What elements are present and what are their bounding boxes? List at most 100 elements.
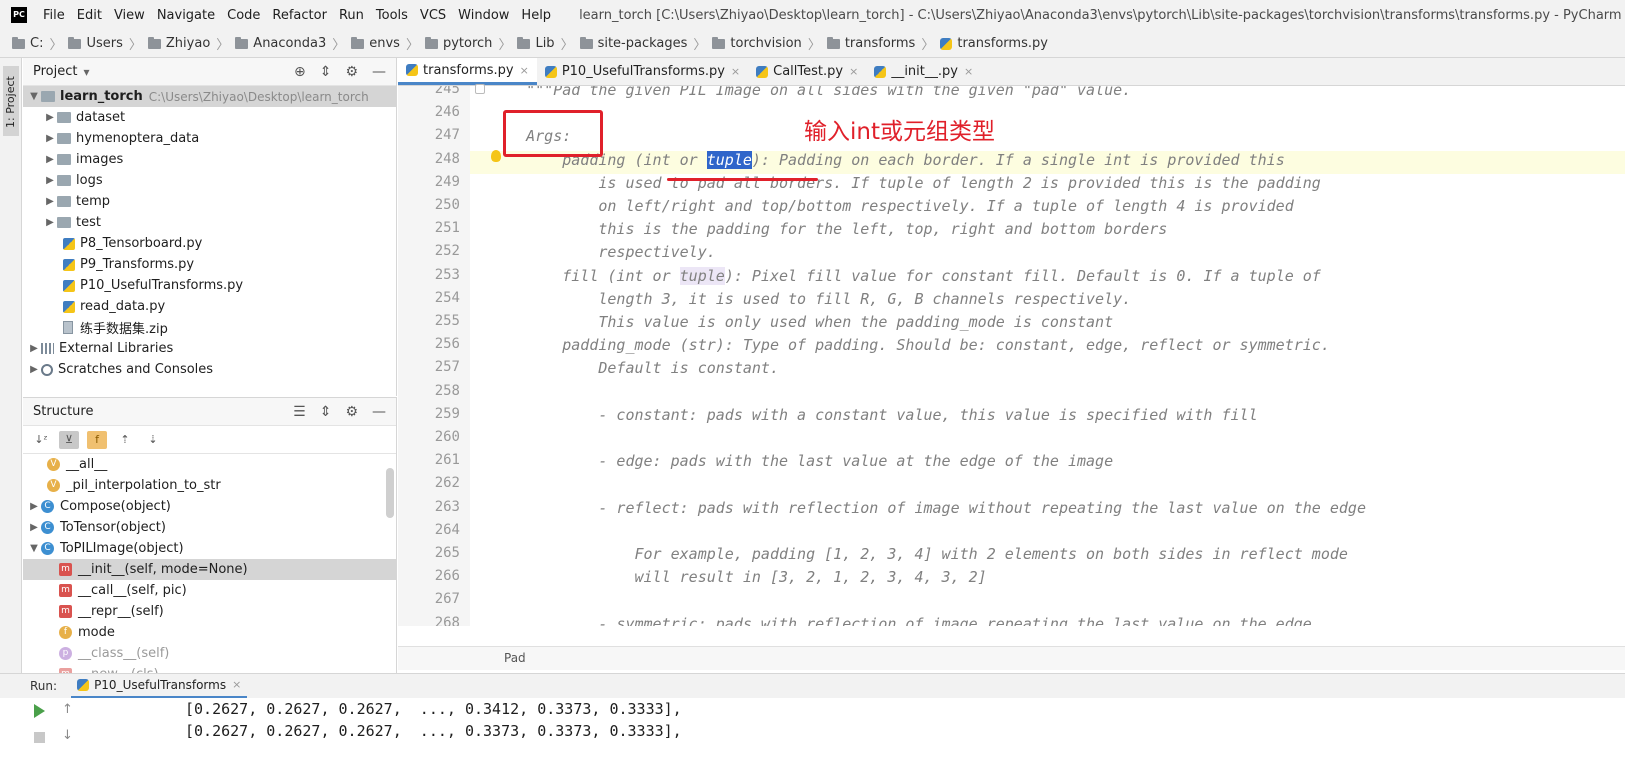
stop-icon[interactable] [34, 732, 45, 743]
breadcrumb-item[interactable]: Lib [517, 36, 555, 51]
tree-file-row[interactable]: P8_Tensorboard.py [23, 233, 396, 254]
structure-item[interactable]: m__new__(cls) [23, 664, 396, 673]
collapse-all-icon[interactable]: ⇕ [320, 404, 332, 420]
tree-file-row[interactable]: 练手数据集.zip [23, 317, 396, 338]
code-line[interactable]: """Pad the given PIL Image on all sides … [470, 86, 1625, 104]
tree-folder-row[interactable]: ▶ logs [23, 170, 396, 191]
code-line[interactable]: length 3, it is used to fill R, G, B cha… [470, 290, 1625, 313]
rerun-play-icon[interactable] [34, 704, 45, 718]
chevron-right-icon[interactable]: ▶ [27, 522, 41, 533]
code-line[interactable]: This value is only used when the padding… [470, 313, 1625, 336]
code-editor[interactable]: """Pad the given PIL Image on all sides … [470, 86, 1625, 626]
code-line[interactable] [470, 522, 1625, 545]
tree-folder-row[interactable]: ▶ hymenoptera_data [23, 128, 396, 149]
settings-gear-icon[interactable]: ⚙ [345, 64, 358, 80]
code-line[interactable] [470, 383, 1625, 406]
code-line[interactable] [470, 591, 1625, 614]
code-line[interactable]: - symmetric: pads with reflection of ima… [470, 615, 1625, 626]
tree-file-row[interactable]: P10_UsefulTransforms.py [23, 275, 396, 296]
menu-item-file[interactable]: File [37, 8, 71, 23]
editor-tab[interactable]: CallTest.py × [748, 58, 866, 85]
autoscroll-to-source-icon[interactable]: ⇡ [115, 431, 135, 449]
structure-item[interactable]: m __repr__(self) [23, 601, 396, 622]
editor-tab[interactable]: __init__.py × [866, 58, 981, 85]
menu-item-tools[interactable]: Tools [370, 8, 414, 23]
code-line[interactable]: respectively. [470, 243, 1625, 266]
code-line[interactable]: padding_mode (str): Type of padding. Sho… [470, 336, 1625, 359]
collapse-all-icon[interactable]: ⇕ [320, 64, 332, 80]
close-icon[interactable]: × [849, 65, 858, 78]
editor-breadcrumb[interactable]: Pad [398, 646, 1625, 670]
chevron-right-icon[interactable]: ▶ [27, 343, 41, 354]
scroll-down-arrow-icon[interactable]: ↓ [62, 728, 73, 743]
code-line[interactable]: is used to pad all borders. If tuple of … [470, 174, 1625, 197]
breadcrumb-item[interactable]: C: [12, 36, 43, 51]
close-icon[interactable]: × [731, 65, 740, 78]
code-line[interactable]: - edge: pads with the last value at the … [470, 452, 1625, 475]
code-line[interactable]: on left/right and top/bottom respectivel… [470, 197, 1625, 220]
menu-item-run[interactable]: Run [333, 8, 370, 23]
breadcrumb-item[interactable]: Anaconda3 [235, 36, 326, 51]
code-line[interactable]: - reflect: pads with reflection of image… [470, 499, 1625, 522]
menu-item-window[interactable]: Window [452, 8, 515, 23]
structure-item[interactable]: ▶ C Compose(object) [23, 496, 396, 517]
scratches-row[interactable]: ▶ Scratches and Consoles [23, 359, 396, 380]
structure-scrollbar[interactable] [386, 468, 394, 518]
close-icon[interactable]: × [232, 678, 241, 691]
structure-item[interactable]: m __init__(self, mode=None) [23, 559, 396, 580]
structure-item[interactable]: p __class__(self) [23, 643, 396, 664]
code-line[interactable]: - constant: pads with a constant value, … [470, 406, 1625, 429]
code-line[interactable]: Default is constant. [470, 359, 1625, 382]
code-line[interactable]: will result in [3, 2, 1, 2, 3, 4, 3, 2] [470, 568, 1625, 591]
breadcrumb-item[interactable]: torchvision [712, 36, 802, 51]
structure-item[interactable]: f mode [23, 622, 396, 643]
fold-marker-icon[interactable] [475, 84, 485, 94]
chevron-down-icon[interactable]: ▼ [27, 91, 41, 102]
menu-item-help[interactable]: Help [515, 8, 557, 23]
code-line[interactable]: this is the padding for the left, top, r… [470, 220, 1625, 243]
show-inherited-icon[interactable]: ⊻ [59, 430, 79, 449]
chevron-right-icon[interactable]: ▶ [43, 112, 57, 123]
chevron-right-icon[interactable]: ▶ [43, 217, 57, 228]
chevron-right-icon[interactable]: ▶ [43, 133, 57, 144]
chevron-down-icon[interactable]: ▼ [27, 543, 41, 554]
settings-gear-icon[interactable]: ⚙ [345, 404, 358, 420]
menu-item-code[interactable]: Code [221, 8, 266, 23]
chevron-right-icon[interactable]: ▶ [27, 364, 41, 375]
breadcrumb-item[interactable]: transforms [826, 36, 915, 51]
locate-file-icon[interactable]: ⊕ [294, 64, 306, 80]
editor-tab[interactable]: P10_UsefulTransforms.py × [537, 58, 748, 85]
show-fields-icon[interactable]: f [87, 430, 107, 449]
hide-panel-icon[interactable]: — [372, 404, 386, 420]
chevron-right-icon[interactable]: ▶ [43, 154, 57, 165]
hide-panel-icon[interactable]: — [372, 64, 386, 80]
breadcrumb-item[interactable]: Users [68, 36, 123, 51]
tree-folder-row[interactable]: ▶ dataset [23, 107, 396, 128]
close-icon[interactable]: × [964, 65, 973, 78]
scroll-up-arrow-icon[interactable]: ↑ [62, 702, 73, 717]
code-line[interactable] [470, 475, 1625, 498]
code-line[interactable]: Args: [470, 127, 1625, 150]
breadcrumb-item[interactable]: transforms.py [940, 36, 1048, 51]
chevron-right-icon[interactable]: ▶ [43, 175, 57, 186]
project-root-row[interactable]: ▼ learn_torch C:\Users\Zhiyao\Desktop\le… [23, 86, 396, 107]
tree-folder-row[interactable]: ▶ images [23, 149, 396, 170]
menu-item-refactor[interactable]: Refactor [266, 8, 333, 23]
structure-item[interactable]: ▶ C ToTensor(object) [23, 517, 396, 538]
menu-item-edit[interactable]: Edit [71, 8, 108, 23]
structure-item[interactable]: V _pil_interpolation_to_str [23, 475, 396, 496]
editor-breadcrumb-item[interactable]: Pad [504, 651, 526, 665]
structure-item[interactable]: m __call__(self, pic) [23, 580, 396, 601]
tree-file-row[interactable]: read_data.py [23, 296, 396, 317]
sort-alpha-icon[interactable]: ↓ᶻ [31, 431, 51, 449]
tree-folder-row[interactable]: ▶ temp [23, 191, 396, 212]
code-line[interactable]: For example, padding [1, 2, 3, 4] with 2… [470, 545, 1625, 568]
tree-file-row[interactable]: P9_Transforms.py [23, 254, 396, 275]
code-line[interactable]: fill (int or tuple): Pixel fill value fo… [470, 266, 1625, 290]
menu-item-navigate[interactable]: Navigate [151, 8, 221, 23]
chevron-right-icon[interactable]: ▶ [27, 501, 41, 512]
close-icon[interactable]: × [520, 64, 529, 77]
autoscroll-from-source-icon[interactable]: ⇣ [143, 431, 163, 449]
breadcrumb-item[interactable]: envs [351, 36, 400, 51]
breadcrumb-item[interactable]: Zhiyao [147, 36, 210, 51]
